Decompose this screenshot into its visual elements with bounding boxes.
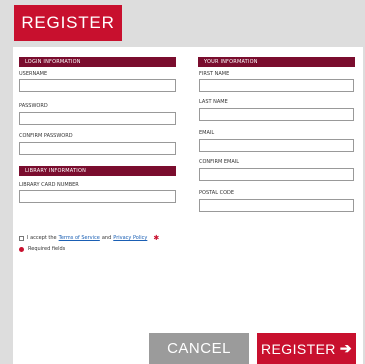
register-submit-label: REGISTER [261, 340, 336, 357]
last-name-label: LAST NAME [199, 99, 228, 105]
register-submit-button[interactable]: REGISTER ➔ [257, 333, 356, 364]
terms-of-service-link[interactable]: Terms of Service [59, 235, 100, 241]
first-name-input[interactable] [199, 79, 354, 92]
registration-form: LOGIN INFORMATION USERNAME PASSWORD CONF… [13, 47, 363, 364]
login-information-header: LOGIN INFORMATION [19, 57, 176, 67]
username-input[interactable] [19, 79, 176, 92]
last-name-input[interactable] [199, 108, 354, 121]
arrow-right-icon: ➔ [339, 340, 352, 356]
required-fields-note: Required fields [19, 246, 65, 252]
confirm-password-input[interactable] [19, 142, 176, 155]
first-name-label: FIRST NAME [199, 71, 230, 77]
terms-row: I accept the Terms of Service and Privac… [19, 234, 159, 242]
email-input[interactable] [199, 139, 354, 152]
username-label: USERNAME [19, 71, 48, 77]
confirm-password-label: CONFIRM PASSWORD [19, 133, 73, 139]
postal-code-label: POSTAL CODE [199, 190, 235, 196]
required-dot-icon [19, 246, 24, 252]
library-information-header: LIBRARY INFORMATION [19, 166, 176, 176]
library-card-number-label: LIBRARY CARD NUMBER [19, 182, 79, 188]
confirm-email-input[interactable] [199, 168, 354, 181]
privacy-policy-link[interactable]: Privacy Policy [113, 235, 147, 241]
your-information-header: YOUR INFORMATION [198, 57, 355, 67]
library-card-number-input[interactable] [19, 190, 176, 203]
terms-and-text: and [101, 235, 112, 241]
password-input[interactable] [19, 112, 176, 125]
terms-prefix-text: I accept the [27, 235, 57, 241]
register-header-button[interactable]: REGISTER [14, 5, 122, 41]
confirm-email-label: CONFIRM EMAIL [199, 159, 240, 165]
cancel-button[interactable]: CANCEL [149, 333, 249, 364]
postal-code-input[interactable] [199, 199, 354, 212]
required-fields-text: Required fields [28, 246, 66, 252]
terms-checkbox[interactable] [19, 235, 24, 241]
password-label: PASSWORD [19, 103, 48, 109]
email-label: EMAIL [199, 130, 215, 136]
required-asterisk-icon: ✱ [153, 234, 160, 242]
